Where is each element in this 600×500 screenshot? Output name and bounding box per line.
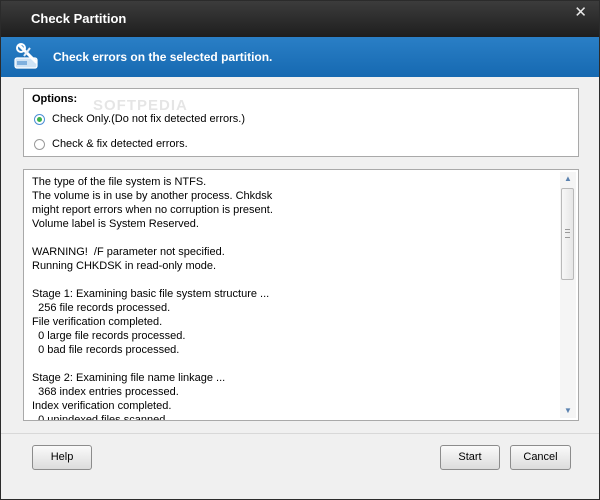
scroll-down-icon[interactable]: ▼ (560, 404, 576, 418)
title-bar: Check Partition ✕ (1, 1, 599, 37)
window-title: Check Partition (31, 11, 127, 26)
scroll-up-icon[interactable]: ▲ (560, 172, 576, 186)
partition-check-icon (14, 43, 38, 69)
scroll-thumb[interactable] (561, 188, 574, 280)
footer-divider (1, 433, 599, 434)
header-banner: Check errors on the selected partition. (1, 37, 599, 77)
start-button[interactable]: Start (440, 445, 500, 470)
radio-button-icon[interactable] (34, 138, 45, 150)
help-button[interactable]: Help (32, 445, 92, 470)
radio-check-and-fix[interactable]: Check & fix detected errors. (34, 136, 188, 152)
grip-icon (565, 229, 570, 238)
close-icon[interactable]: ✕ (574, 5, 587, 20)
vertical-scrollbar[interactable]: ▲ ▼ (560, 172, 576, 418)
options-heading: Options: (32, 93, 78, 105)
log-text: The type of the file system is NTFS. The… (32, 176, 273, 421)
radio-button-icon[interactable] (34, 113, 45, 125)
cancel-button[interactable]: Cancel (510, 445, 571, 470)
log-output-box[interactable]: The type of the file system is NTFS. The… (23, 169, 579, 421)
check-partition-dialog: Check Partition ✕ Check errors on the se… (0, 0, 600, 500)
options-group: Options: Check Only.(Do not fix detected… (23, 88, 579, 157)
banner-text: Check errors on the selected partition. (53, 50, 273, 64)
radio-check-only-label[interactable]: Check Only.(Do not fix detected errors.) (52, 113, 245, 125)
radio-check-only[interactable]: Check Only.(Do not fix detected errors.) (34, 111, 245, 127)
radio-check-and-fix-label[interactable]: Check & fix detected errors. (52, 138, 188, 150)
